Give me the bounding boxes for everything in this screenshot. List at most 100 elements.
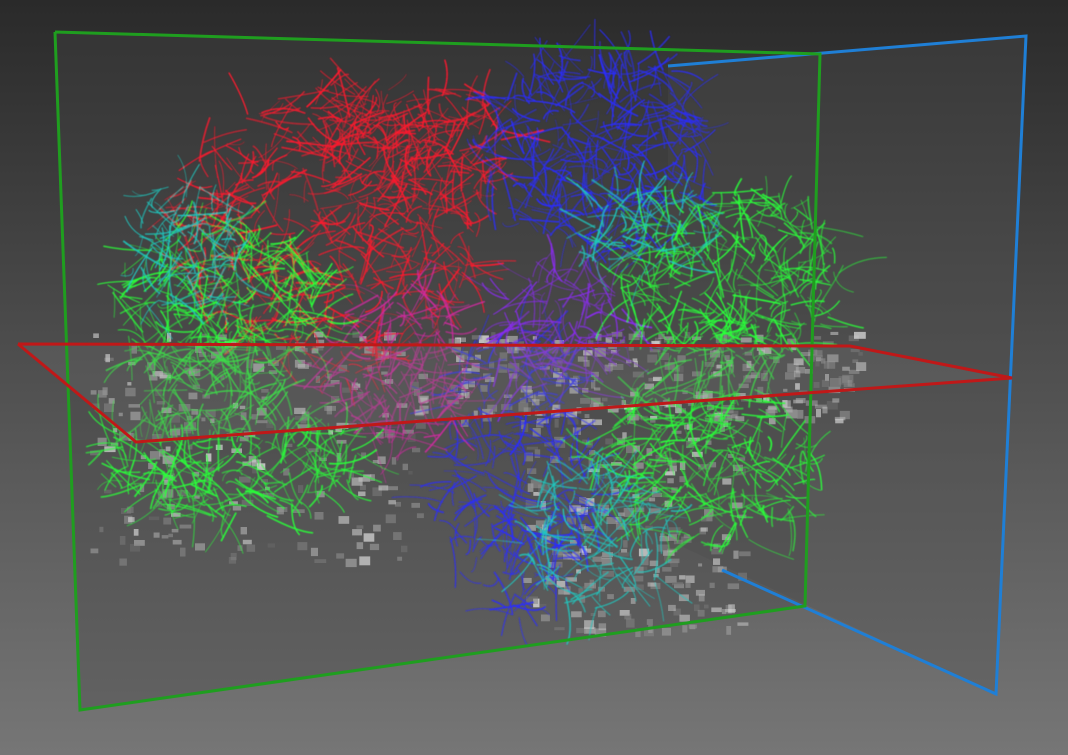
anatomy-voxel [412, 447, 421, 453]
anatomy-voxel [240, 527, 247, 535]
anatomy-voxel [386, 486, 398, 491]
anatomy-voxel [298, 485, 304, 493]
anatomy-voxel [626, 618, 635, 628]
anatomy-voxel [793, 399, 803, 404]
fiber-streamline [427, 76, 430, 115]
anatomy-voxel [597, 610, 606, 618]
anatomy-voxel [359, 556, 371, 566]
anatomy-voxel [721, 609, 727, 615]
anatomy-voxel [356, 542, 364, 550]
anatomy-voxel [314, 512, 324, 520]
anatomy-voxel [854, 331, 866, 339]
anatomy-voxel [336, 553, 345, 559]
anatomy-voxel [797, 409, 804, 419]
anatomy-voxel [179, 524, 192, 529]
anatomy-voxel [725, 609, 736, 613]
tractography-scene[interactable] [0, 0, 1068, 755]
anatomy-voxel [338, 516, 350, 524]
anatomy-voxel [356, 525, 364, 529]
anatomy-voxel [670, 560, 679, 567]
fiber-streamline [771, 507, 774, 528]
anatomy-voxel [363, 533, 375, 542]
anatomy-voxel [709, 582, 715, 588]
anatomy-voxel [195, 543, 205, 551]
anatomy-voxel [228, 557, 237, 564]
anatomy-voxel [704, 604, 709, 609]
anatomy-voxel [662, 567, 672, 572]
anatomy-voxel [688, 624, 698, 629]
anatomy-voxel [133, 529, 139, 536]
anatomy-voxel [242, 539, 252, 545]
anatomy-voxel [733, 550, 739, 559]
anatomy-voxel [726, 626, 732, 635]
anatomy-voxel [685, 581, 691, 588]
anatomy-voxel [130, 543, 141, 552]
anatomy-voxel [672, 582, 684, 586]
anatomy-voxel [665, 575, 677, 583]
anatomy-voxel [835, 418, 844, 424]
anatomy-voxel [369, 543, 380, 551]
anatomy-voxel [168, 533, 173, 538]
anatomy-voxel [171, 528, 179, 533]
anatomy-voxel [605, 438, 613, 445]
anatomy-voxel [180, 547, 186, 557]
anatomy-voxel [592, 556, 602, 562]
anatomy-voxel [352, 529, 362, 536]
anatomy-voxel [540, 614, 550, 622]
anatomy-voxel [682, 625, 688, 633]
anatomy-voxel [523, 577, 532, 583]
anatomy-voxel [830, 331, 839, 335]
anatomy-voxel [267, 543, 275, 548]
anatomy-voxel [554, 418, 559, 428]
3d-viewport[interactable] [0, 0, 1068, 755]
anatomy-voxel [630, 598, 636, 604]
anatomy-voxel [667, 478, 674, 484]
anatomy-voxel [90, 548, 99, 554]
anatomy-voxel [232, 505, 242, 511]
anatomy-voxel [668, 604, 676, 611]
anatomy-voxel [816, 409, 821, 418]
anatomy-voxel [172, 539, 182, 545]
anatomy-voxel [607, 594, 614, 600]
anatomy-voxel [534, 449, 541, 458]
anatomy-voxel [623, 540, 628, 548]
anatomy-voxel [411, 502, 420, 508]
anatomy-voxel [554, 627, 565, 631]
anatomy-voxel [679, 614, 690, 622]
anatomy-voxel [624, 613, 632, 620]
anatomy-voxel [165, 446, 171, 452]
anatomy-voxel [161, 535, 169, 539]
anatomy-voxel [839, 410, 850, 420]
anatomy-voxel [394, 501, 401, 507]
anatomy-voxel [402, 463, 408, 471]
anatomy-voxel [408, 470, 413, 475]
anatomy-voxel [397, 556, 403, 561]
anatomy-voxel [246, 544, 256, 552]
anatomy-voxel [639, 566, 648, 570]
anatomy-voxel [822, 406, 828, 414]
anatomy-voxel [650, 419, 656, 423]
anatomy-voxel [694, 604, 700, 612]
anatomy-voxel [163, 517, 172, 525]
anatomy-voxel [401, 545, 408, 553]
anatomy-voxel [345, 558, 357, 568]
anatomy-voxel [358, 491, 366, 497]
anatomy-voxel [310, 547, 318, 557]
anatomy-voxel [782, 400, 791, 409]
anatomy-voxel [119, 536, 126, 545]
anatomy-voxel [765, 409, 776, 416]
anatomy-voxel [584, 414, 590, 418]
anatomy-voxel [471, 335, 483, 340]
anatomy-voxel [622, 432, 627, 439]
anatomy-voxel [153, 532, 160, 538]
anatomy-voxel [97, 437, 107, 446]
anatomy-voxel [661, 628, 671, 636]
anatomy-voxel [314, 559, 327, 563]
anatomy-voxel [283, 468, 290, 476]
anatomy-voxel [126, 506, 134, 513]
anatomy-voxel [695, 589, 705, 596]
anatomy-voxel [297, 542, 308, 551]
anatomy-voxel [646, 619, 653, 625]
anatomy-voxel [119, 558, 127, 566]
anatomy-voxel [148, 516, 160, 521]
